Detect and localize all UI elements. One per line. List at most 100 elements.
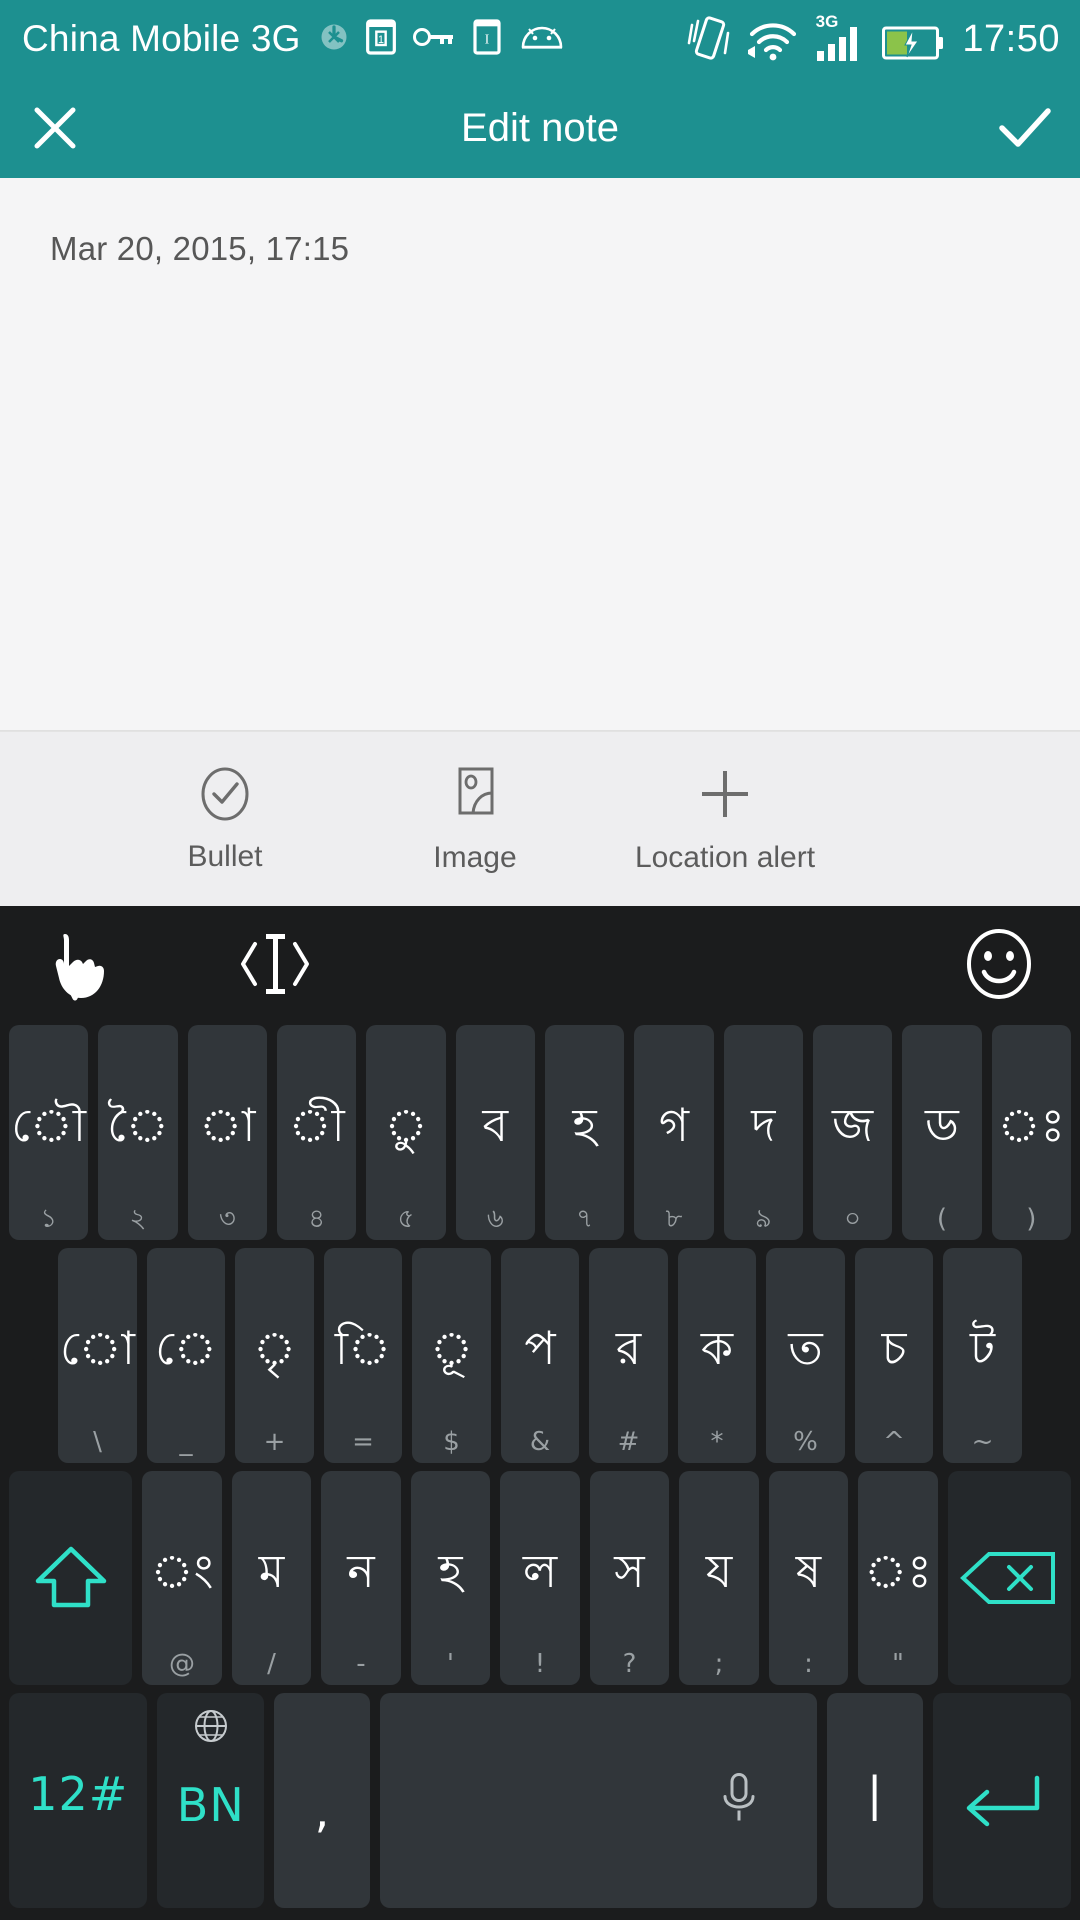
svg-text:1: 1 bbox=[378, 33, 384, 45]
key-sub: ? bbox=[622, 1649, 637, 1680]
backspace-key[interactable] bbox=[947, 1470, 1071, 1686]
vibrate-icon bbox=[687, 13, 733, 68]
plus-icon bbox=[702, 771, 748, 817]
svg-text:3G: 3G bbox=[816, 12, 839, 31]
key-main: ঃ bbox=[997, 1098, 1066, 1153]
key-r1-c2[interactable]: ৈ ২ bbox=[98, 1025, 178, 1240]
key-r3-c1[interactable]: ং @ bbox=[142, 1470, 222, 1686]
close-button[interactable] bbox=[0, 78, 110, 178]
carrier-label: China Mobile 3G bbox=[22, 18, 301, 59]
vpn-key-icon bbox=[412, 25, 455, 54]
key-r2-c3[interactable]: ৃ + bbox=[235, 1247, 314, 1463]
key-r3-c4[interactable]: হ ' bbox=[410, 1470, 491, 1686]
key-r2-c7[interactable]: র # bbox=[589, 1247, 668, 1463]
key-r3-c3[interactable]: ন- bbox=[321, 1470, 401, 1686]
handwriting-icon[interactable] bbox=[38, 924, 118, 1004]
status-icons-left: 1 I bbox=[319, 18, 565, 61]
key-r1-c10[interactable]: জ০ bbox=[812, 1025, 893, 1240]
save-button[interactable] bbox=[970, 78, 1080, 178]
key-main: ন bbox=[347, 1543, 375, 1598]
key-main: , bbox=[314, 1783, 330, 1838]
symbols-key[interactable]: 12# bbox=[9, 1693, 148, 1908]
close-icon bbox=[34, 107, 76, 149]
key-sub: $ bbox=[443, 1426, 460, 1457]
enter-key[interactable] bbox=[932, 1693, 1072, 1908]
key-r2-c5[interactable]: ূ $ bbox=[412, 1247, 491, 1463]
key-r2-c8[interactable]: ক * bbox=[677, 1247, 757, 1463]
key-sub: ! bbox=[534, 1649, 546, 1680]
key-main: গ bbox=[658, 1098, 690, 1153]
photo-icon bbox=[458, 767, 494, 815]
key-sub: ; bbox=[714, 1649, 724, 1680]
signal-bars-icon: 3G bbox=[813, 11, 869, 68]
key-r2-c4[interactable]: ি = bbox=[323, 1247, 403, 1463]
note-action-bar: Bullet Image Location alert bbox=[0, 731, 1080, 906]
key-r3-c6[interactable]: স? bbox=[589, 1470, 670, 1686]
key-main: জ bbox=[832, 1098, 874, 1153]
comma-key[interactable]: , bbox=[274, 1693, 370, 1908]
action-bullet[interactable]: Bullet bbox=[100, 764, 350, 874]
key-main: ড bbox=[925, 1098, 959, 1153]
key-sub: @ bbox=[168, 1649, 195, 1680]
key-sub: + bbox=[263, 1426, 286, 1457]
key-r2-c10[interactable]: চ ^ bbox=[854, 1247, 934, 1463]
keyboard-rows: ৌ ১ ৈ ২ া ৩ ী ৪ ু ৫ ব৬ হ৭ গ৮ দ৯ জ০ ড( ঃ) ো \ ে… bbox=[0, 1021, 1080, 1920]
key-main: ু bbox=[384, 1098, 428, 1153]
key-r3-c2[interactable]: ম / bbox=[231, 1470, 312, 1686]
action-image[interactable]: Image bbox=[350, 763, 600, 875]
key-sub: - bbox=[356, 1649, 366, 1680]
key-r3-c8[interactable]: ষ: bbox=[768, 1470, 849, 1686]
key-r1-c7[interactable]: হ৭ bbox=[544, 1025, 625, 1240]
key-main: ক bbox=[700, 1321, 734, 1376]
key-sub: ৫ bbox=[397, 1203, 415, 1234]
key-r1-c11[interactable]: ড( bbox=[902, 1025, 982, 1240]
language-key[interactable]: BN bbox=[157, 1693, 265, 1908]
key-r3-c9[interactable]: ঃ " bbox=[858, 1470, 938, 1686]
keyboard-row-4: 12# BN , | bbox=[4, 1689, 1076, 1912]
key-main: ূ bbox=[429, 1321, 474, 1376]
space-key[interactable] bbox=[379, 1693, 817, 1908]
key-main: ৃ bbox=[252, 1321, 297, 1376]
pipe-key[interactable]: | bbox=[826, 1693, 923, 1908]
shift-icon bbox=[35, 1546, 106, 1608]
key-r1-c6[interactable]: ব৬ bbox=[455, 1025, 535, 1240]
key-r1-c1[interactable]: ৌ ১ bbox=[9, 1025, 89, 1240]
key-sub: ' bbox=[446, 1649, 455, 1680]
key-r1-c12[interactable]: ঃ) bbox=[991, 1025, 1071, 1240]
key-sub: / bbox=[267, 1649, 276, 1680]
key-sub: * bbox=[710, 1426, 724, 1457]
key-r2-pad-left bbox=[9, 1248, 48, 1463]
key-r2-c1[interactable]: ো \ bbox=[58, 1247, 137, 1463]
key-main: হ bbox=[572, 1098, 597, 1153]
keyboard-row-2: ো \ ে _ ৃ + ি = ূ $ প & র # ক * ত% চ ^ ট ~ bbox=[4, 1244, 1076, 1467]
key-r1-c3[interactable]: া ৩ bbox=[187, 1025, 267, 1240]
key-r2-c2[interactable]: ে _ bbox=[146, 1247, 226, 1463]
key-main: য bbox=[705, 1543, 733, 1598]
key-r1-c5[interactable]: ু ৫ bbox=[366, 1025, 446, 1240]
note-editor[interactable]: Mar 20, 2015, 17:15 bbox=[0, 178, 1080, 731]
key-main: ঃ bbox=[864, 1543, 932, 1598]
keyboard-row-1: ৌ ১ ৈ ২ া ৩ ী ৪ ু ৫ ব৬ হ৭ গ৮ দ৯ জ০ ড( ঃ) bbox=[4, 1021, 1076, 1244]
key-r3-c5[interactable]: ল! bbox=[500, 1470, 580, 1686]
key-main: র bbox=[615, 1321, 642, 1376]
key-r1-c8[interactable]: গ৮ bbox=[634, 1025, 714, 1240]
key-r1-c9[interactable]: দ৯ bbox=[723, 1025, 803, 1240]
key-main: ে bbox=[155, 1321, 217, 1376]
key-r2-c9[interactable]: ত% bbox=[766, 1247, 845, 1463]
cursor-move-icon[interactable] bbox=[230, 924, 320, 1004]
key-main: ম bbox=[258, 1543, 285, 1598]
key-r2-c11[interactable]: ট ~ bbox=[943, 1247, 1022, 1463]
key-r3-c7[interactable]: য; bbox=[679, 1470, 759, 1686]
action-location-label: Location alert bbox=[634, 841, 816, 874]
shift-key[interactable] bbox=[9, 1470, 133, 1686]
page-title: Edit note bbox=[461, 105, 619, 150]
key-sub: ৪ bbox=[308, 1203, 326, 1234]
key-r1-c4[interactable]: ী ৪ bbox=[276, 1025, 357, 1240]
emoji-icon[interactable] bbox=[958, 923, 1040, 1005]
key-sub: : bbox=[804, 1649, 813, 1680]
action-location-alert[interactable]: Location alert bbox=[600, 763, 850, 875]
microphone-icon[interactable] bbox=[717, 1768, 761, 1833]
key-r2-c6[interactable]: প & bbox=[500, 1247, 580, 1463]
key-sub: ১ bbox=[40, 1203, 58, 1234]
key-sub: " bbox=[892, 1649, 904, 1680]
